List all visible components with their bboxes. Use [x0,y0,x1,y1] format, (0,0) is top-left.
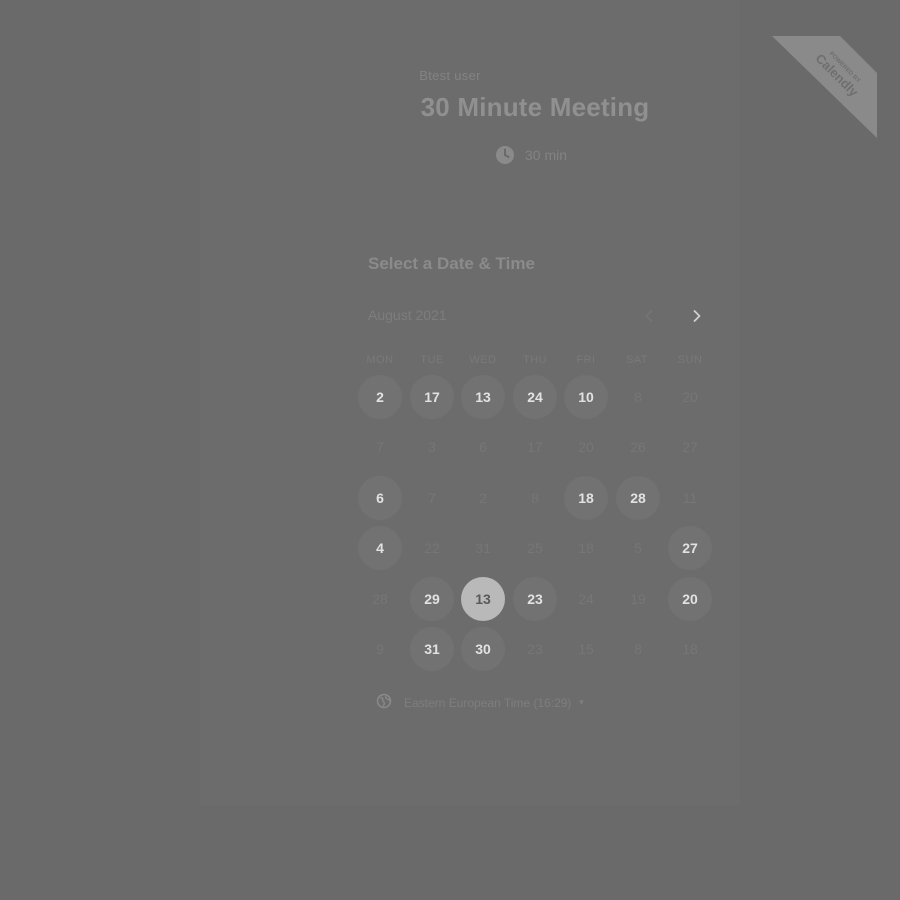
calendar-day-selected[interactable]: 13 [461,577,505,621]
calendar-day-unavailable: 18 [578,540,594,556]
calendar-day-available[interactable]: 24 [513,375,557,419]
month-label: August 2021 [368,307,447,323]
weekday-label: SUN [677,354,703,366]
event-title: 30 Minute Meeting [420,92,650,122]
calendar-day-available[interactable]: 23 [513,577,557,621]
badge-ribbon: POWERED BY Calendly [772,36,877,138]
calendar-day-unavailable: 2 [479,490,487,506]
select-date-time-heading: Select a Date & Time [368,254,535,273]
calendar-day-available[interactable]: 30 [461,627,505,671]
calendar-day-available[interactable]: 17 [410,375,454,419]
calendar-day-unavailable: 31 [475,540,491,556]
chevron-left-icon [645,310,653,322]
weekday-label: MON [366,354,394,366]
calendar-day-unavailable: 8 [634,641,642,657]
page: POWERED BY Calendly Btest user 30 Minute… [0,0,900,900]
calendar-day-available[interactable]: 4 [358,526,402,570]
calendar-day-available[interactable]: 29 [410,577,454,621]
clock-icon [495,145,515,165]
calendar-day-unavailable: 24 [578,591,594,607]
calendar-day-available[interactable]: 20 [668,577,712,621]
calendar-day-unavailable: 19 [630,591,646,607]
calendar-day-unavailable: 25 [527,540,543,556]
calendar-day-unavailable: 6 [479,439,487,455]
calendar-day-unavailable: 8 [531,490,539,506]
calendar-day-unavailable: 9 [376,641,384,657]
calendar-day-unavailable: 20 [682,389,698,405]
host-name: Btest user [419,68,481,83]
event-duration: 30 min [495,145,567,165]
calendar-day-available[interactable]: 31 [410,627,454,671]
calendar-day-unavailable: 27 [682,439,698,455]
calendar-day-unavailable: 5 [634,540,642,556]
calendar-day-unavailable: 3 [428,439,436,455]
weekday-label: FRI [576,354,596,366]
calendar-day-available[interactable]: 27 [668,526,712,570]
powered-by-calendly-badge[interactable]: POWERED BY Calendly [772,36,877,138]
calendar-day-unavailable: 20 [578,439,594,455]
calendar-day-available[interactable]: 6 [358,476,402,520]
calendar-day-available[interactable]: 28 [616,476,660,520]
weekday-label: THU [522,354,548,366]
timezone-selector[interactable]: Eastern European Time (16:29) ▼ [376,693,585,712]
calendar-day-unavailable: 17 [527,439,543,455]
calendar-day-unavailable: 15 [578,641,594,657]
previous-month-button[interactable] [638,305,660,327]
calendar-day-unavailable: 7 [376,439,384,455]
calendar-day-available[interactable]: 10 [564,375,608,419]
calendar-day-unavailable: 26 [630,439,646,455]
duration-text: 30 min [525,147,568,163]
calendar-day-unavailable: 11 [682,490,698,506]
calendar-day-available[interactable]: 18 [564,476,608,520]
weekday-header: MON TUE WED THU FRI SAT SUN [355,354,720,370]
weekday-label: WED [469,354,497,366]
next-month-button[interactable] [686,305,708,327]
chevron-right-icon [693,310,701,322]
calendar-day-unavailable: 28 [372,591,388,607]
calendar-day-unavailable: 7 [428,490,436,506]
globe-icon [376,693,392,712]
weekday-label: SAT [625,354,649,366]
caret-down-icon: ▼ [577,698,586,707]
calendar-day-unavailable: 18 [682,641,698,657]
month-navigation: August 2021 [368,305,713,327]
weekday-label: TUE [420,354,444,366]
calendar-day-unavailable: 23 [527,641,543,657]
calendar-day-unavailable: 8 [634,389,642,405]
calendar-day-unavailable: 22 [424,540,440,556]
calendar-day-available[interactable]: 13 [461,375,505,419]
timezone-label: Eastern European Time (16:29) [404,695,572,710]
calendar-day-available[interactable]: 2 [358,375,402,419]
